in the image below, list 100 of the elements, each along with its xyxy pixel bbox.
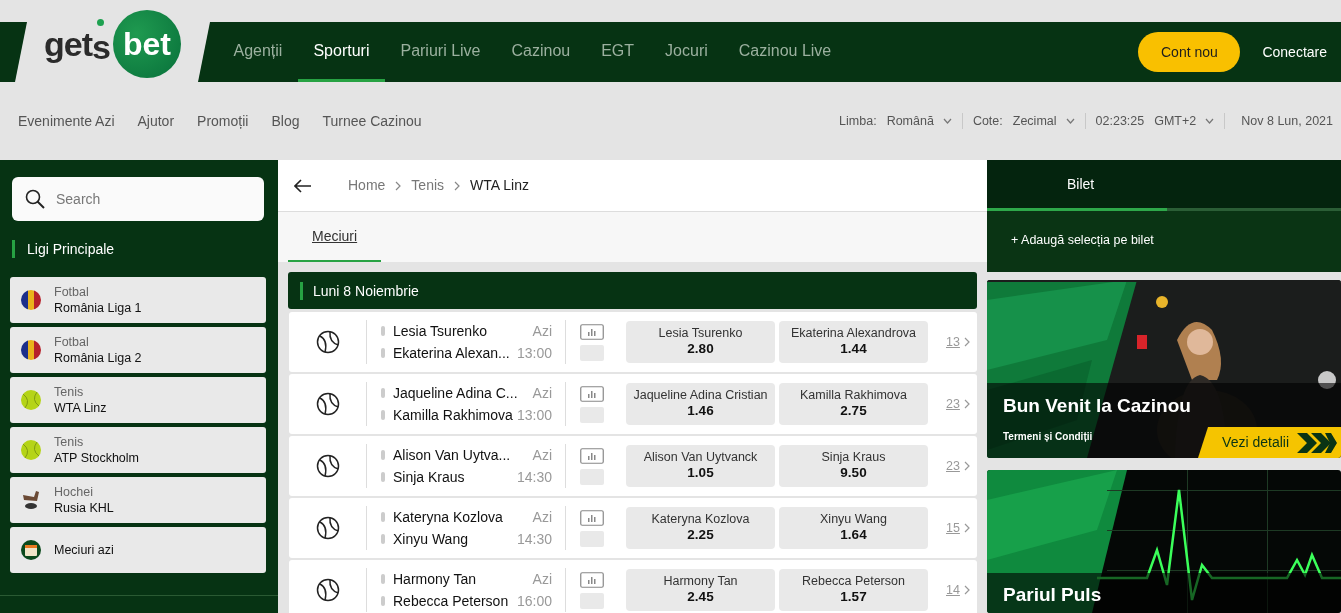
promo-banner[interactable]: Bun Venit la Cazinou Termeni și Condiții Vezi detalii: [987, 280, 1341, 458]
odds-button[interactable]: Xinyu Wang 1.64: [779, 507, 928, 549]
setting-label: 02:23:25: [1095, 112, 1145, 130]
odds-button[interactable]: Alison Van Uytvanck 1.05: [626, 445, 775, 487]
player-marker: [381, 450, 385, 460]
league-item[interactable]: Fotbal România Liga 1: [10, 277, 266, 323]
setting-dropdown[interactable]: Română: [886, 111, 934, 131]
nav-tab[interactable]: Jocuri: [649, 22, 724, 82]
player-name: Xinyu Wang: [393, 529, 468, 549]
search-icon: [25, 189, 45, 209]
stats-icon[interactable]: [580, 571, 604, 588]
nav-tab[interactable]: Sporturi: [297, 22, 385, 82]
match-time: 13:00: [516, 405, 552, 425]
nav-tab[interactable]: Cazinou: [496, 22, 586, 82]
league-item[interactable]: Tenis ATP Stockholm: [10, 427, 266, 473]
tennis-ball-icon: [20, 389, 42, 411]
terms-link[interactable]: Termeni și Condiții: [1003, 428, 1093, 444]
date-text: Nov 8 Lun, 2021: [1241, 112, 1333, 130]
match-time: 14:30: [516, 467, 552, 487]
header-stripe: [0, 22, 27, 82]
chevron-right-icon: [963, 523, 970, 533]
add-selection-text: + Adaugă selecția pe bilet: [1010, 232, 1155, 249]
search-field[interactable]: Search: [12, 177, 264, 221]
setting-label: Cote:: [972, 112, 1003, 130]
player-name: Sinja Kraus: [393, 467, 465, 487]
odds-button[interactable]: Kamilla Rakhimova 2.75: [779, 383, 928, 425]
setting-dropdown[interactable]: GMT+2: [1154, 111, 1197, 131]
dot-icon: [97, 19, 105, 27]
chevron-right-icon: [963, 399, 970, 409]
back-arrow-icon[interactable]: [294, 178, 312, 193]
nav-link[interactable]: Blog: [271, 110, 300, 132]
details-button[interactable]: Vezi detalii: [1198, 427, 1341, 458]
chevron-right-icon: [454, 180, 461, 191]
player-name: Alison Van Uytva...: [393, 445, 511, 465]
nav-tab[interactable]: Cazinou Live: [723, 22, 847, 82]
signup-button[interactable]: Cont nou: [1138, 32, 1241, 72]
stats-icon[interactable]: [580, 509, 604, 526]
league-item[interactable]: Fotbal România Liga 2: [10, 327, 266, 373]
chevron-down-icon[interactable]: [1205, 118, 1215, 124]
day-header: Luni 8 Noiembrie: [300, 281, 419, 300]
chevron-right-icon: [395, 180, 402, 191]
league-item[interactable]: Hochei Rusia KHL: [10, 477, 266, 523]
nav-tab[interactable]: EGT: [585, 22, 650, 82]
player-marker: [381, 534, 385, 544]
match-time: 13:00: [516, 343, 552, 363]
tennis-ball-icon: [315, 516, 340, 540]
match-day: Azi: [532, 444, 552, 466]
tennis-ball-icon: [315, 578, 340, 602]
chevron-right-icon: [963, 585, 970, 595]
nav-link[interactable]: Ajutor: [137, 110, 175, 132]
chevron-down-icon[interactable]: [1065, 118, 1075, 124]
stats-icon[interactable]: [580, 385, 604, 402]
player-name: Jaqueline Adina C...: [393, 383, 518, 403]
chevron-down-icon[interactable]: [942, 118, 952, 124]
banner-title: Pariul Puls: [1002, 583, 1103, 607]
odds-button[interactable]: Jaqueline Adina Cristian 1.46: [626, 383, 775, 425]
nav-link[interactable]: Turnee Cazinou: [322, 110, 422, 132]
league-item[interactable]: Meciuri azi: [10, 527, 266, 573]
odds-button[interactable]: Sinja Kraus 9.50: [779, 445, 928, 487]
odds-button[interactable]: Lesia Tsurenko 2.80: [626, 321, 775, 363]
nav-tab[interactable]: Agenții: [218, 22, 298, 82]
odds-button[interactable]: Rebecca Peterson 1.57: [779, 569, 928, 611]
stats-icon[interactable]: [580, 323, 604, 340]
betslip-tab[interactable]: Bilet: [987, 160, 1341, 208]
player-name: Kamilla Rakhimova: [393, 405, 513, 425]
player-name: Lesia Tsurenko: [393, 321, 487, 341]
player-name: Ekaterina Alexan...: [393, 343, 510, 363]
flag-icon: [20, 339, 42, 361]
breadcrumb-current: WTA Linz: [470, 176, 529, 195]
stats-icon[interactable]: [580, 447, 604, 464]
player-marker: [381, 512, 385, 522]
nav-link[interactable]: Promoții: [197, 110, 249, 132]
player-name: Kateryna Kozlova: [393, 507, 503, 527]
match-time: 14:30: [516, 529, 552, 549]
hockey-stick-icon: [20, 489, 42, 511]
odds-button[interactable]: Harmony Tan 2.45: [626, 569, 775, 611]
calendar-icon: [20, 539, 42, 561]
login-link[interactable]: Conectare: [1262, 41, 1327, 63]
nav-tab[interactable]: Pariuri Live: [384, 22, 496, 82]
setting-label: Limba:: [839, 112, 877, 130]
odds-button[interactable]: Kateryna Kozlova 2.25: [626, 507, 775, 549]
breadcrumb-link[interactable]: Tenis: [411, 175, 445, 196]
promo-banner[interactable]: Pariul Puls: [987, 470, 1341, 613]
player-name: Rebecca Peterson: [393, 591, 509, 611]
breadcrumb-link[interactable]: Home: [348, 175, 386, 196]
player-marker: [381, 472, 385, 482]
banner-title: Bun Venit la Cazinou: [1002, 394, 1192, 418]
chevron-right-icon: [963, 461, 970, 471]
match-time: 16:00: [516, 591, 552, 611]
league-item[interactable]: Tenis WTA Linz: [10, 377, 266, 423]
odds-button[interactable]: Ekaterina Alexandrova 1.44: [779, 321, 928, 363]
tab[interactable]: Meciuri: [288, 212, 382, 262]
player-name: Harmony Tan: [393, 569, 476, 589]
section-title: Ligi Principale: [12, 240, 266, 258]
player-marker: [381, 410, 385, 420]
setting-dropdown[interactable]: Zecimal: [1012, 111, 1057, 131]
player-marker: [381, 348, 385, 358]
nav-link[interactable]: Evenimente Azi: [18, 110, 115, 132]
tennis-ball-icon: [315, 330, 340, 354]
tennis-ball-icon: [315, 392, 340, 416]
